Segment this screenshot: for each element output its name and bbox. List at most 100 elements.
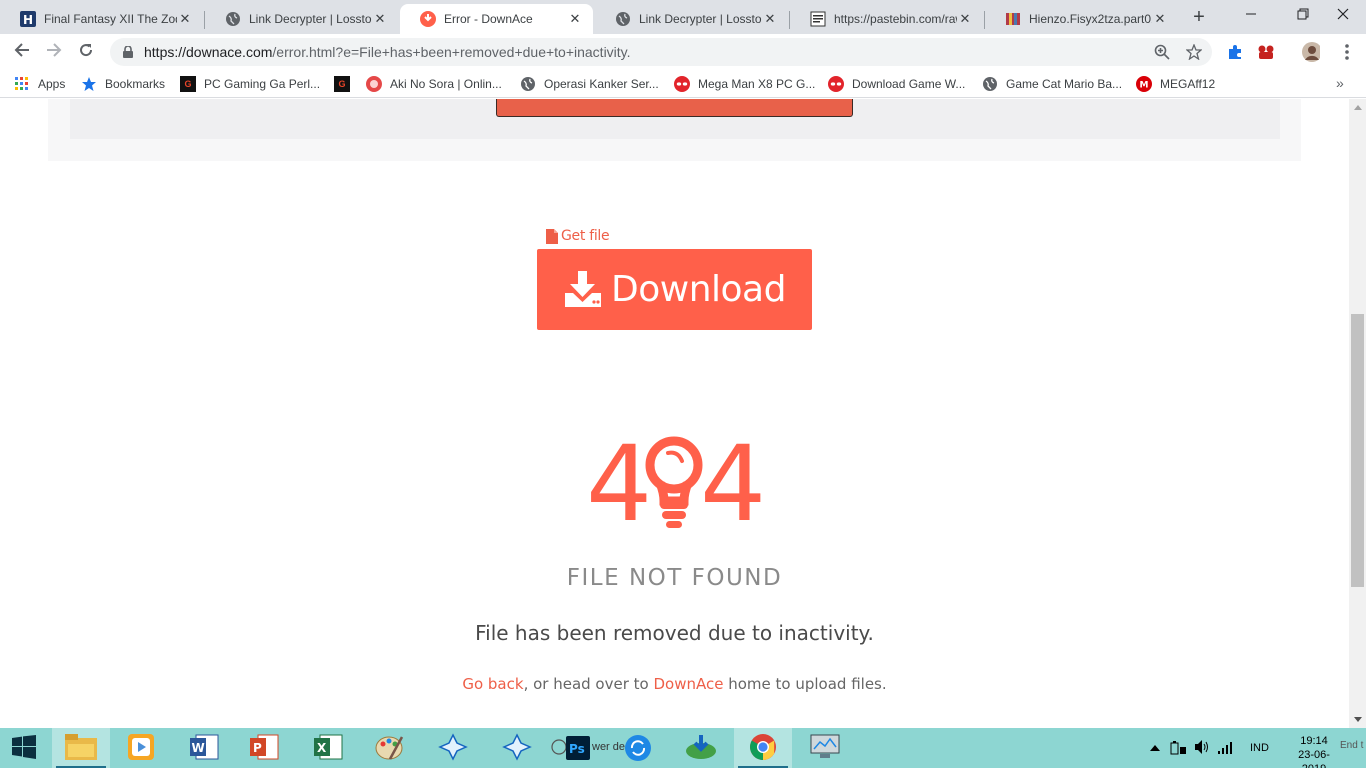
- monitor-icon: [810, 734, 840, 763]
- go-back-link[interactable]: Go back: [462, 675, 523, 693]
- get-file-text: Get file: [561, 228, 610, 244]
- taskbar-ppsspp-2[interactable]: [488, 728, 546, 768]
- new-tab-button[interactable]: +: [1188, 6, 1210, 28]
- tab-title: Link Decrypter | Losstor.com: [249, 12, 372, 26]
- forward-button[interactable]: [40, 38, 68, 66]
- chevron-up-icon: [1150, 742, 1160, 754]
- close-icon[interactable]: ✕: [1152, 11, 1168, 27]
- extension-icon[interactable]: [1257, 43, 1275, 61]
- tab-title: Error - DownAce: [444, 12, 533, 26]
- bookmark-download-game[interactable]: Download Game W...: [828, 75, 965, 93]
- arrow-left-icon: [14, 42, 30, 63]
- menu-icon[interactable]: [1338, 43, 1356, 61]
- close-icon[interactable]: ✕: [372, 11, 388, 27]
- apps-grid-icon: [14, 76, 30, 92]
- bookmark-pc-gaming[interactable]: G PC Gaming Ga Perl...: [180, 75, 320, 93]
- taskbar-ppsspp[interactable]: [424, 728, 482, 768]
- error-digit-right: 4: [700, 423, 767, 545]
- tab-3[interactable]: Link Decrypter | Losstor.com ✕: [595, 4, 788, 34]
- h-logo-icon: H: [20, 11, 36, 27]
- scroll-up-button[interactable]: [1349, 99, 1366, 116]
- bookmark-cat-mario[interactable]: Game Cat Mario Ba...: [982, 75, 1122, 93]
- start-button[interactable]: [0, 728, 48, 768]
- tray-show-hidden[interactable]: [1150, 728, 1160, 768]
- tab-title: Final Fantasy XII The Zodiac: [44, 12, 177, 26]
- close-icon[interactable]: ✕: [957, 11, 973, 27]
- vertical-scrollbar[interactable]: [1349, 99, 1366, 728]
- tab-5[interactable]: Hienzo.Fisyx2tza.part01.rar ✕: [985, 4, 1178, 34]
- bookmark-label: Operasi Kanker Ser...: [544, 77, 659, 91]
- zoom-icon[interactable]: [1154, 44, 1170, 60]
- taskbar-media-player[interactable]: [112, 728, 170, 768]
- mask-icon: [674, 76, 690, 92]
- taskbar-search-text: wer de: [592, 741, 626, 753]
- avatar[interactable]: [1302, 42, 1320, 62]
- svg-text:Ps: Ps: [569, 742, 585, 756]
- bookmark-aki-no-sora[interactable]: Aki No Sora | Onlin...: [366, 75, 502, 93]
- get-file-label[interactable]: Get file: [546, 228, 610, 244]
- taskbar-idm[interactable]: [672, 728, 730, 768]
- lock-icon[interactable]: [120, 46, 136, 58]
- reload-button[interactable]: [72, 38, 100, 66]
- bookmark-label: PC Gaming Ga Perl...: [204, 77, 321, 91]
- taskbar-chrome[interactable]: [734, 728, 792, 768]
- windows-logo-icon: [12, 734, 36, 762]
- tray-network[interactable]: [1218, 728, 1234, 768]
- help-end-text: home to upload files.: [723, 675, 887, 693]
- taskbar-clock[interactable]: 19:14 23-06-2019: [1288, 734, 1340, 768]
- taskbar-monitor[interactable]: [796, 728, 854, 768]
- bookmarks-overflow-button[interactable]: »: [1336, 75, 1344, 91]
- close-icon[interactable]: ✕: [567, 11, 583, 27]
- back-button[interactable]: [8, 38, 36, 66]
- taskbar-search-box[interactable]: Ps wer de: [546, 732, 668, 764]
- tab-2[interactable]: Error - DownAce ✕: [400, 4, 593, 34]
- bookmark-label: Bookmarks: [105, 77, 166, 91]
- close-icon: [1337, 7, 1349, 23]
- taskbar-excel[interactable]: X: [300, 728, 358, 768]
- svg-text:P: P: [253, 741, 262, 755]
- close-icon[interactable]: ✕: [177, 11, 193, 27]
- bookmark-mega-man[interactable]: Mega Man X8 PC G...: [674, 75, 815, 93]
- download-button[interactable]: Download: [537, 249, 812, 330]
- bookmark-bookmarks[interactable]: Bookmarks: [81, 75, 165, 93]
- tray-language[interactable]: IND: [1250, 728, 1269, 768]
- notification-text[interactable]: End t: [1340, 740, 1363, 751]
- photoshop-icon: Ps: [566, 736, 590, 763]
- chevron-down-icon: [1353, 717, 1362, 722]
- close-icon[interactable]: ✕: [762, 11, 778, 27]
- bookmark-operasi[interactable]: Operasi Kanker Ser...: [520, 75, 659, 93]
- tray-volume[interactable]: [1194, 728, 1210, 768]
- bookmark-label: Aki No Sora | Onlin...: [390, 77, 502, 91]
- taskbar-file-explorer[interactable]: [52, 728, 110, 768]
- bookmark-mega[interactable]: M MEGAff12: [1136, 75, 1215, 93]
- star-icon: [81, 76, 97, 92]
- star-icon[interactable]: [1186, 44, 1202, 60]
- tab-4[interactable]: https://pastebin.com/raw ✕: [790, 4, 983, 34]
- tray-power[interactable]: [1170, 728, 1188, 768]
- bookmark-label: Mega Man X8 PC G...: [698, 77, 816, 91]
- taskbar-word[interactable]: W: [176, 728, 234, 768]
- minimize-icon: [1245, 7, 1257, 23]
- partial-download-button[interactable]: [496, 99, 853, 117]
- address-bar[interactable]: https://downace.com/error.html?e=File+ha…: [110, 38, 1212, 66]
- url-text[interactable]: https://downace.com/error.html?e=File+ha…: [144, 44, 631, 60]
- scroll-down-button[interactable]: [1349, 711, 1366, 728]
- window-close-button[interactable]: [1320, 0, 1366, 30]
- taskbar-powerpoint[interactable]: P: [236, 728, 294, 768]
- puzzle-extension-icon[interactable]: [1226, 43, 1244, 61]
- minimize-button[interactable]: [1228, 0, 1274, 30]
- tab-1[interactable]: Link Decrypter | Losstor.com ✕: [205, 4, 398, 34]
- g-logo-icon: G: [334, 76, 350, 92]
- bookmark-g[interactable]: G: [334, 75, 358, 93]
- scroll-thumb[interactable]: [1351, 314, 1364, 587]
- downace-home-link[interactable]: DownAce: [653, 675, 723, 693]
- bookmark-label: Apps: [38, 77, 66, 91]
- bookmark-apps[interactable]: Apps: [14, 75, 65, 93]
- svg-text:H: H: [23, 13, 33, 27]
- tab-0[interactable]: H Final Fantasy XII The Zodiac ✕: [0, 4, 203, 34]
- signal-icon: [1218, 740, 1234, 757]
- gamepad-icon: [438, 732, 468, 764]
- taskbar-paint[interactable]: [360, 728, 418, 768]
- archive-icon: [1005, 11, 1021, 27]
- svg-text:X: X: [317, 741, 327, 755]
